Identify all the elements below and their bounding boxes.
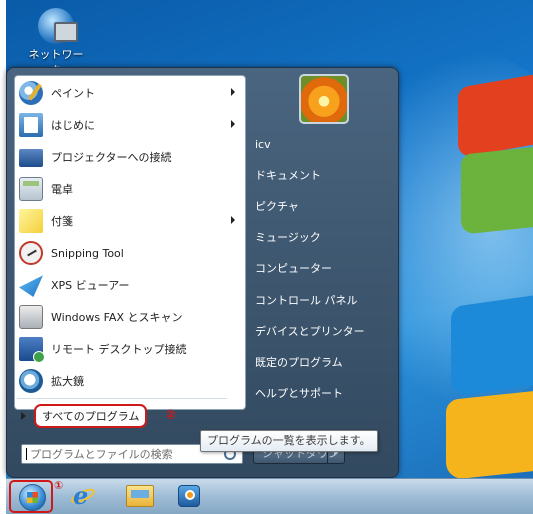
fax-scan-icon xyxy=(19,305,43,329)
program-label: ペイント xyxy=(51,87,95,100)
program-item-projector[interactable]: プロジェクターへの接続 xyxy=(19,142,241,172)
program-item-snipping-tool[interactable]: Snipping Tool xyxy=(19,238,241,268)
program-item-remote-desktop[interactable]: リモート デスクトップ接続 xyxy=(19,334,241,364)
program-item-paint[interactable]: ペイント xyxy=(19,78,241,108)
program-item-magnifier[interactable]: 拡大鏡 xyxy=(19,366,241,396)
user-avatar[interactable] xyxy=(299,74,349,124)
program-label: プロジェクターへの接続 xyxy=(51,151,172,164)
right-item-user[interactable]: icv xyxy=(255,132,391,158)
xps-viewer-icon xyxy=(19,275,43,297)
remote-desktop-icon xyxy=(19,337,45,363)
right-item-documents[interactable]: ドキュメント xyxy=(255,163,391,189)
program-item-fax-scan[interactable]: Windows FAX とスキャン xyxy=(19,302,241,332)
ie-e: e xyxy=(73,481,89,510)
right-item-help-support[interactable]: ヘルプとサポート xyxy=(255,381,391,407)
media-player-icon[interactable] xyxy=(178,485,200,507)
all-programs-label: すべてのプログラム xyxy=(34,404,148,428)
explorer-folder-icon[interactable] xyxy=(126,485,154,507)
right-item-devices-printers[interactable]: デバイスとプリンター xyxy=(255,319,391,345)
annotation-marker-1: ① xyxy=(54,479,64,492)
program-item-xps-viewer[interactable]: XPS ビューアー xyxy=(19,270,241,300)
submenu-arrow-icon xyxy=(231,120,235,128)
tooltip: プログラムの一覧を表示します。 xyxy=(200,430,378,452)
magnifier-icon xyxy=(19,369,43,393)
annotation-marker-2: ② xyxy=(165,408,177,423)
wallpaper-flag-blue xyxy=(451,292,533,398)
paint-icon xyxy=(19,81,43,105)
right-item-music[interactable]: ミュージック xyxy=(255,225,391,251)
program-label: リモート デスクトップ接続 xyxy=(51,343,187,356)
text-caret xyxy=(26,448,27,460)
program-label: 付箋 xyxy=(51,215,73,228)
sticky-notes-icon xyxy=(19,209,43,233)
program-label: XPS ビューアー xyxy=(51,279,130,292)
wallpaper-flag-red xyxy=(458,72,533,158)
program-item-calculator[interactable]: 電卓 xyxy=(19,174,241,204)
internet-explorer-icon[interactable]: e xyxy=(69,481,97,510)
expand-arrow-icon xyxy=(21,412,26,420)
program-label: Windows FAX とスキャン xyxy=(51,311,183,324)
taskbar: ① e xyxy=(6,478,533,514)
wallpaper-flag-yellow xyxy=(446,389,533,478)
right-item-control-panel[interactable]: コントロール パネル xyxy=(255,288,391,314)
calculator-icon xyxy=(19,177,43,201)
start-menu: ペイント はじめに プロジェクターへの接続 電卓 付箋 Snipping Too… xyxy=(6,67,399,478)
projector-icon xyxy=(19,149,43,167)
windows-logo-icon xyxy=(19,484,46,511)
programs-pane: ペイント はじめに プロジェクターへの接続 電卓 付箋 Snipping Too… xyxy=(14,75,246,410)
program-item-getting-started[interactable]: はじめに xyxy=(19,110,241,140)
program-label: 拡大鏡 xyxy=(51,375,84,388)
right-item-computer[interactable]: コンピューター xyxy=(255,256,391,282)
program-label: はじめに xyxy=(51,119,95,132)
right-item-default-programs[interactable]: 既定のプログラム xyxy=(255,350,391,376)
wallpaper-flag-green xyxy=(461,145,533,235)
submenu-arrow-icon xyxy=(231,88,235,96)
submenu-arrow-icon xyxy=(231,216,235,224)
menu-divider xyxy=(17,398,227,399)
right-item-pictures[interactable]: ピクチャ xyxy=(255,194,391,220)
start-button[interactable] xyxy=(9,480,53,513)
places-pane: icv ドキュメント ピクチャ ミュージック コンピューター コントロール パネ… xyxy=(247,68,397,476)
snipping-tool-icon xyxy=(19,241,43,265)
all-programs-button[interactable]: すべてのプログラム xyxy=(21,404,237,428)
network-icon xyxy=(38,8,78,44)
program-label: 電卓 xyxy=(51,183,73,196)
program-item-sticky-notes[interactable]: 付箋 xyxy=(19,206,241,236)
program-label: Snipping Tool xyxy=(51,246,124,260)
search-placeholder: プログラムとファイルの検索 xyxy=(30,448,173,461)
getting-started-icon xyxy=(19,113,43,137)
